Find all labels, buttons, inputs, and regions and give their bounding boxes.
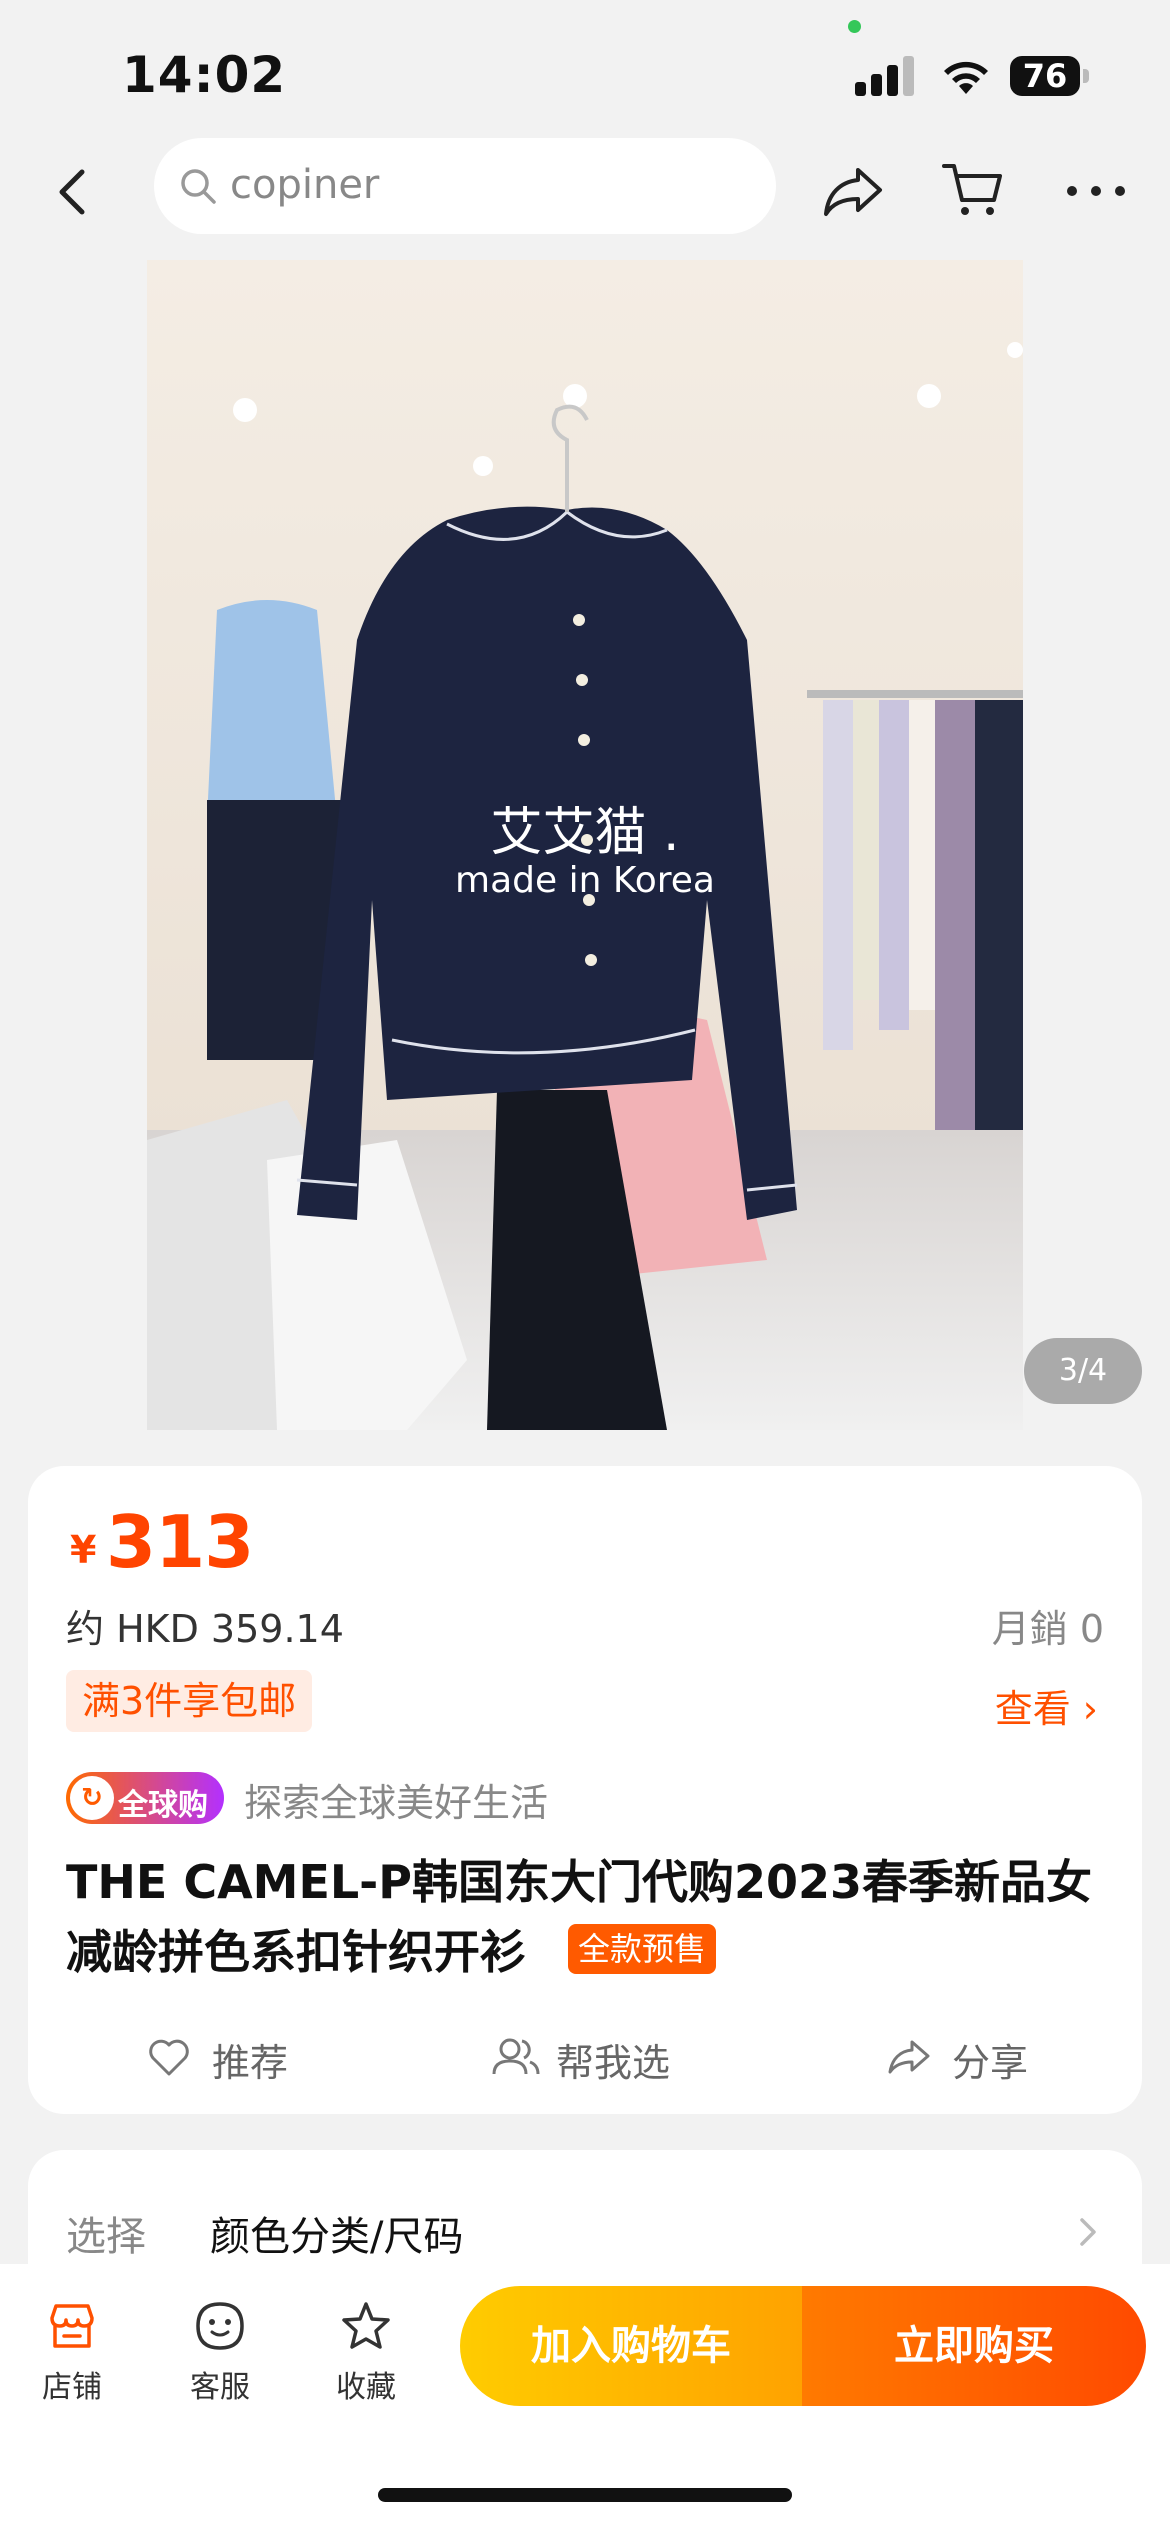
global-shopping-badge: ↻ 全球购 — [66, 1772, 224, 1824]
global-logo-icon: ↻ — [70, 1776, 114, 1820]
monthly-sales: 月銷 0 — [991, 1607, 1104, 1651]
status-time: 14:02 — [122, 46, 287, 104]
promo-view-link[interactable]: 查看 › — [995, 1678, 1098, 1733]
price-currency-symbol: ¥ — [70, 1528, 97, 1572]
help-choose-label: 帮我选 — [556, 2041, 671, 2085]
share-button[interactable]: 分享 — [886, 2028, 1086, 2088]
select-label: 选择 — [66, 2214, 146, 2260]
price-hkd: 约 HKD 359.14 — [66, 1607, 344, 1651]
cart-icon[interactable] — [940, 156, 1006, 222]
cellular-signal-icon — [855, 56, 915, 96]
watermark-origin: made in Korea — [455, 860, 715, 901]
share-arrow-icon — [888, 2040, 930, 2074]
share-label: 分享 — [952, 2041, 1029, 2085]
heart-icon — [149, 2039, 189, 2076]
service-label: 客服 — [190, 2370, 250, 2405]
favorite-tab[interactable]: 收藏 — [306, 2298, 426, 2408]
add-to-cart-button[interactable]: 加入购物车 — [460, 2286, 802, 2406]
home-indicator — [378, 2488, 792, 2502]
free-shipping-promo-tag: 满3件享包邮 — [66, 1670, 313, 1732]
watermark-brand: 艾艾猫 . — [490, 803, 680, 863]
camera-indicator-dot — [848, 20, 861, 33]
more-options-icon[interactable] — [1060, 166, 1132, 216]
chevron-right-icon — [1080, 2218, 1096, 2246]
product-image[interactable]: 艾艾猫 . made in Korea — [147, 260, 1023, 1430]
star-icon — [342, 2302, 390, 2349]
recommend-button[interactable]: 推荐 — [146, 2028, 346, 2088]
customer-service-tab[interactable]: 客服 — [160, 2298, 280, 2408]
product-title-line1: THE CAMEL-P韩国东大门代购2023春季新品女 — [66, 1855, 1093, 1909]
image-counter: 3/4 — [1024, 1338, 1142, 1404]
customer-service-icon — [196, 2302, 244, 2350]
store-label: 店铺 — [42, 2370, 102, 2405]
search-bar[interactable]: copiner — [154, 138, 776, 234]
store-tab[interactable]: 店铺 — [12, 2298, 132, 2408]
store-icon — [50, 2304, 94, 2348]
share-icon[interactable] — [820, 158, 886, 224]
recommend-label: 推荐 — [212, 2041, 289, 2085]
search-icon — [181, 169, 216, 204]
global-badge-text: 全球购 — [118, 1788, 208, 1823]
global-slogan: 探索全球美好生活 — [244, 1781, 549, 1825]
buy-now-button[interactable]: 立即购买 — [802, 2286, 1146, 2406]
search-placeholder: copiner — [230, 162, 380, 208]
presale-tag: 全款预售 — [568, 1924, 717, 1974]
help-me-choose-button[interactable]: 帮我选 — [490, 2028, 730, 2088]
battery-icon: 76 — [1010, 56, 1090, 96]
price-value: 313 — [106, 1500, 254, 1584]
back-arrow-icon[interactable] — [40, 150, 110, 234]
wifi-icon — [944, 61, 988, 94]
people-icon — [492, 2038, 540, 2075]
status-bar: 14:02 76 — [0, 0, 1170, 140]
battery-level: 76 — [1022, 57, 1068, 95]
product-info-card: ¥ 313 约 HKD 359.14 月銷 0 满3件享包邮 查看 › ↻ 全球… — [28, 1466, 1142, 2114]
select-value: 颜色分类/尺码 — [210, 2214, 464, 2260]
product-title-line2: 减龄拼色系扣针织开衫 — [66, 1925, 526, 1979]
favorite-label: 收藏 — [336, 2370, 396, 2405]
